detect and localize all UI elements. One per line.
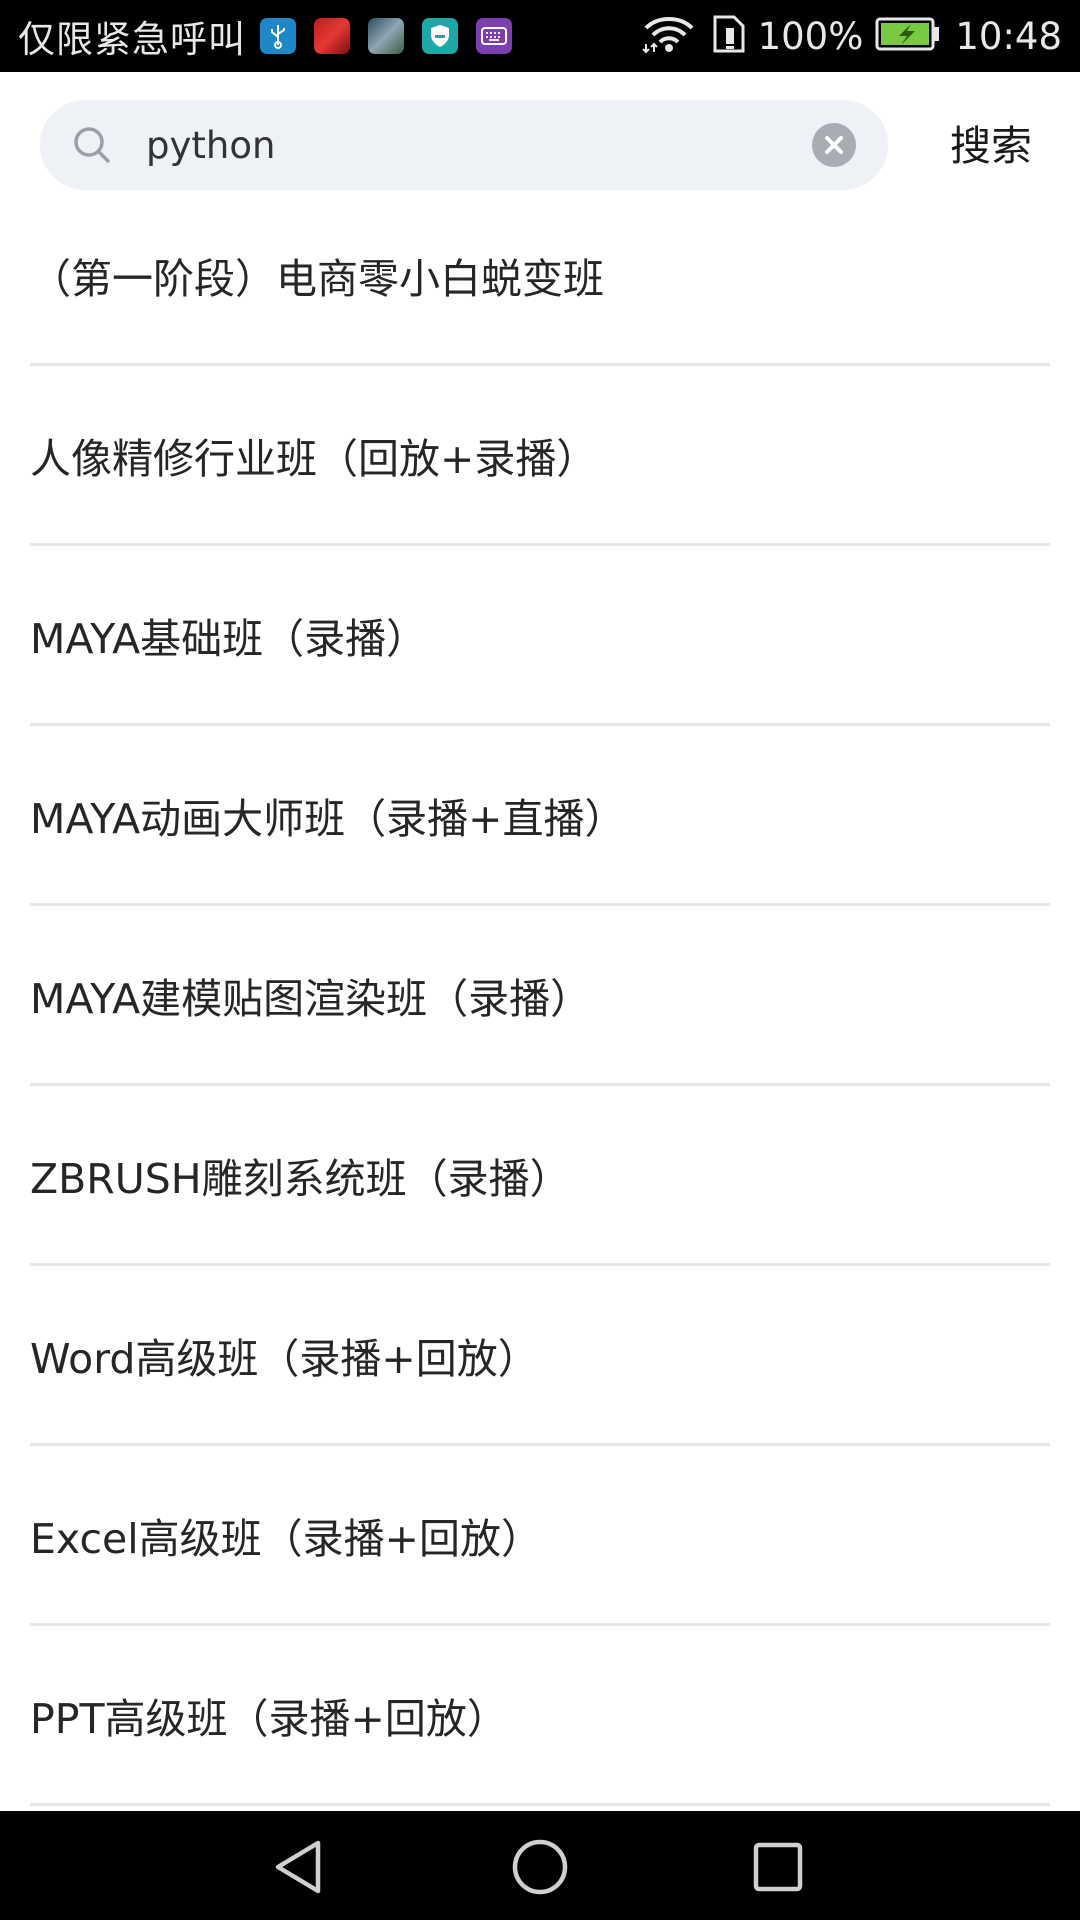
results-list: （第一阶段）电商零小白蜕变班 人像精修行业班（回放+录播） MAYA基础班（录播… [30,186,1050,1806]
list-item-label: MAYA动画大师班（录播+直播） [30,794,626,843]
list-item[interactable]: Word高级班（录播+回放） [30,1266,1050,1446]
list-item-label: 人像精修行业班（回放+录播） [30,434,598,483]
photo-icon [314,18,350,54]
list-item-label: Excel高级班（录播+回放） [30,1514,542,1563]
list-item-label: MAYA建模贴图渲染班（录播） [30,974,592,1023]
back-icon[interactable] [270,1837,330,1897]
navigation-bar [0,1811,1080,1920]
usb-icon [260,18,296,54]
wifi-icon [641,14,696,58]
clock: 10:48 [955,14,1062,58]
battery-charging-icon [875,16,941,56]
list-item[interactable]: 人像精修行业班（回放+录播） [30,366,1050,546]
list-item[interactable]: ZBRUSH雕刻系统班（录播） [30,1086,1050,1266]
list-item[interactable]: PPT高级班（录播+回放） [30,1626,1050,1806]
home-icon[interactable] [510,1837,570,1897]
list-item-label: ZBRUSH雕刻系统班（录播） [30,1154,571,1203]
notification-icons [260,18,530,54]
shield-icon [422,18,458,54]
sim-card-icon [712,14,746,58]
search-box[interactable] [40,100,888,190]
list-item[interactable]: （第一阶段）电商零小白蜕变班 [30,186,1050,366]
list-item-label: Word高级班（录播+回放） [30,1334,539,1383]
status-right: 100% 10:48 [641,14,1080,58]
recent-apps-icon[interactable] [748,1837,808,1897]
list-item-label: MAYA基础班（录播） [30,614,428,663]
list-item-label: PPT高级班（录播+回放） [30,1694,508,1743]
list-item[interactable]: MAYA基础班（录播） [30,546,1050,726]
search-button[interactable]: 搜索 [950,116,1032,176]
carrier-text: 仅限紧急呼叫 [18,18,246,61]
battery-percent: 100% [757,14,864,58]
search-icon [70,123,114,167]
search-input[interactable] [146,100,826,190]
list-item[interactable]: MAYA建模贴图渲染班（录播） [30,906,1050,1086]
status-bar: 仅限紧急呼叫 100% 10:48 [0,0,1080,72]
keyboard-icon [476,18,512,54]
list-item[interactable]: Excel高级班（录播+回放） [30,1446,1050,1626]
status-left: 仅限紧急呼叫 [0,9,530,63]
list-item-label: （第一阶段）电商零小白蜕变班 [30,254,604,303]
list-item[interactable]: MAYA动画大师班（录播+直播） [30,726,1050,906]
clear-search-icon[interactable] [812,123,856,167]
photo-icon [368,18,404,54]
